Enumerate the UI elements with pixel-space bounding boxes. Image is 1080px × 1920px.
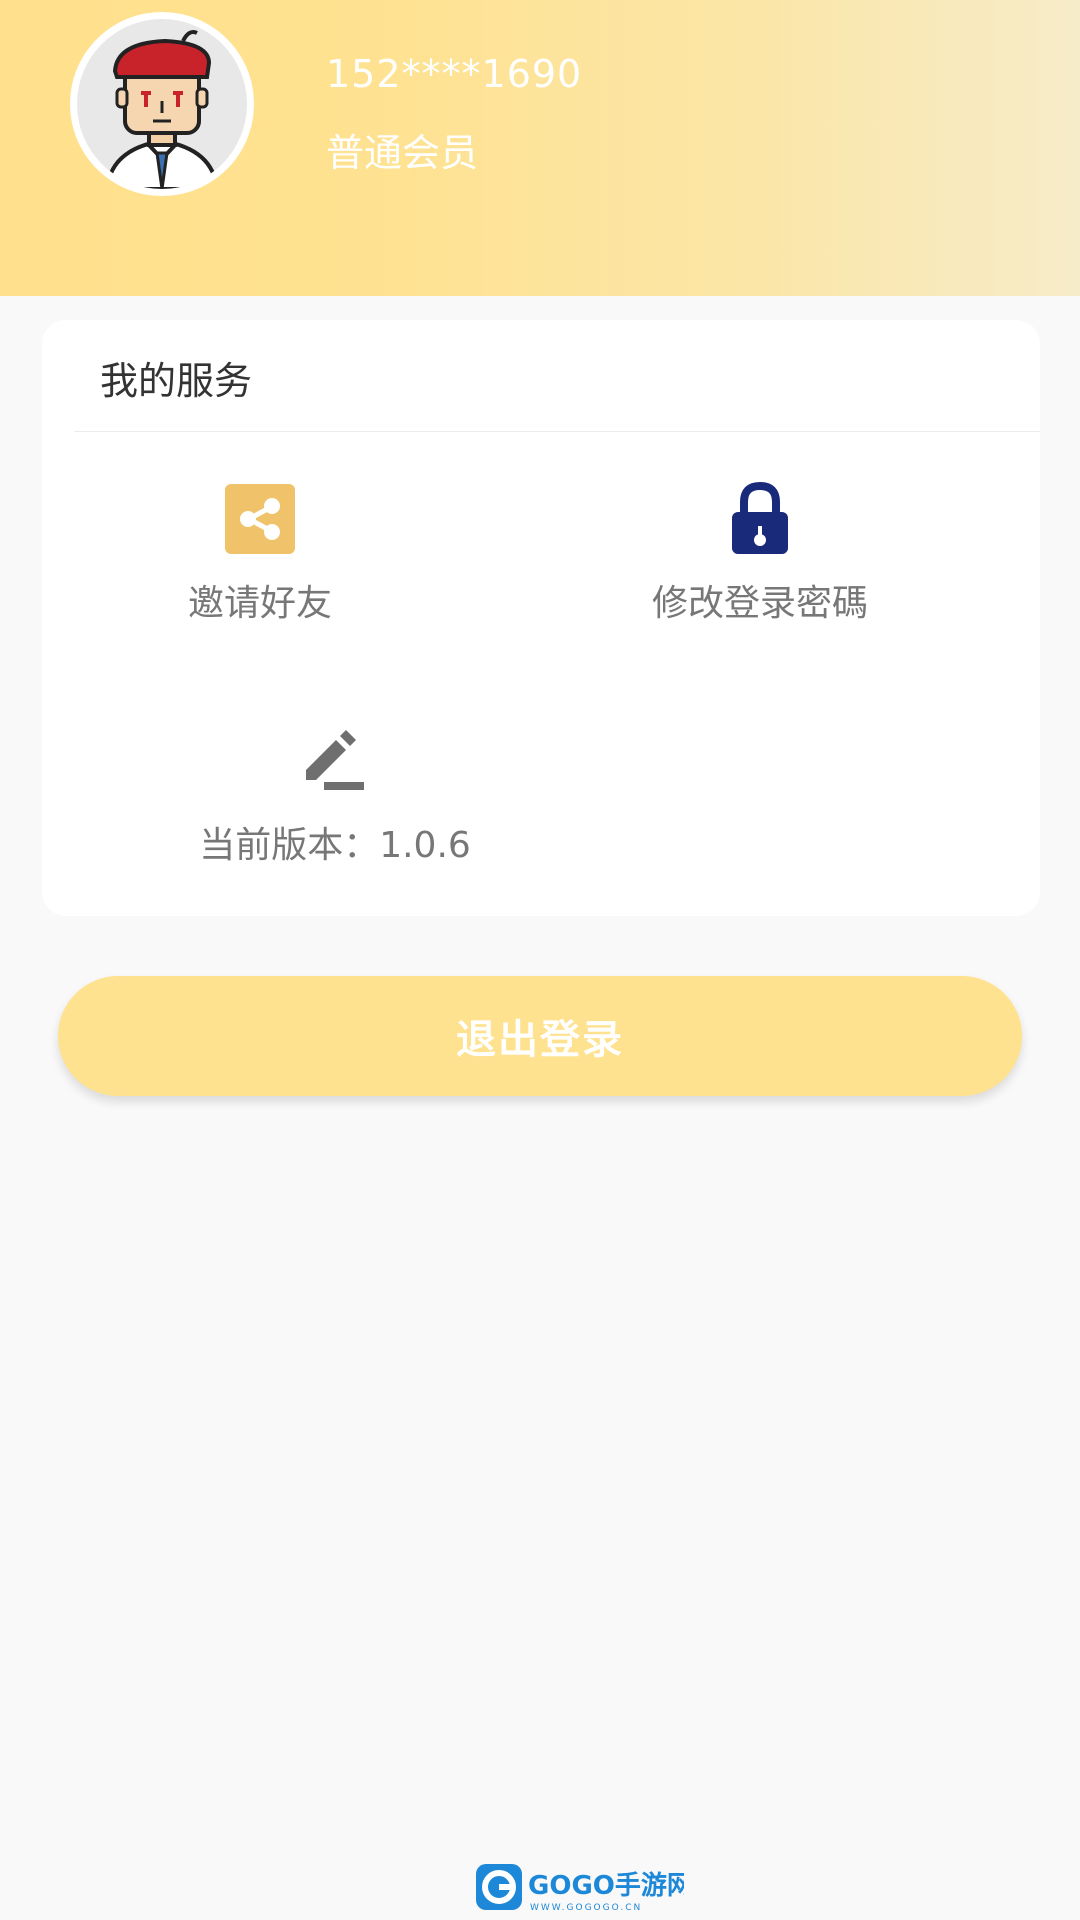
avatar-image — [77, 19, 247, 189]
user-phone: 152****1690 — [326, 52, 583, 96]
change-password-button[interactable]: 修改登录密碼 — [630, 480, 890, 640]
lock-icon — [728, 480, 792, 556]
version-item[interactable]: 当前版本：1.0.6 — [190, 722, 480, 882]
my-services-card: 我的服务 邀请好友 修改登录密碼 当前版本：1.0.6 — [42, 320, 1040, 916]
profile-header: 152****1690 普通会员 — [0, 0, 1080, 296]
change-password-label: 修改登录密碼 — [651, 583, 868, 624]
services-title: 我的服务 — [100, 359, 253, 403]
watermark-url: WWW.GOGOGO.CN — [530, 1903, 642, 1913]
version-label: 当前版本：1.0.6 — [199, 825, 471, 866]
invite-friends-button[interactable]: 邀请好友 — [150, 480, 370, 640]
invite-friends-label: 邀请好友 — [187, 583, 332, 624]
share-icon — [225, 484, 295, 554]
avatar[interactable] — [70, 12, 254, 196]
logout-button[interactable]: 退出登录 — [58, 976, 1022, 1096]
watermark-brand: GOGO手游网 — [528, 1871, 684, 1901]
member-level: 普通会员 — [326, 131, 479, 175]
edit-icon — [302, 730, 368, 792]
watermark-logo: GOGO手游网 WWW.GOGOGO.CN — [474, 1860, 693, 1914]
divider — [74, 431, 1040, 432]
